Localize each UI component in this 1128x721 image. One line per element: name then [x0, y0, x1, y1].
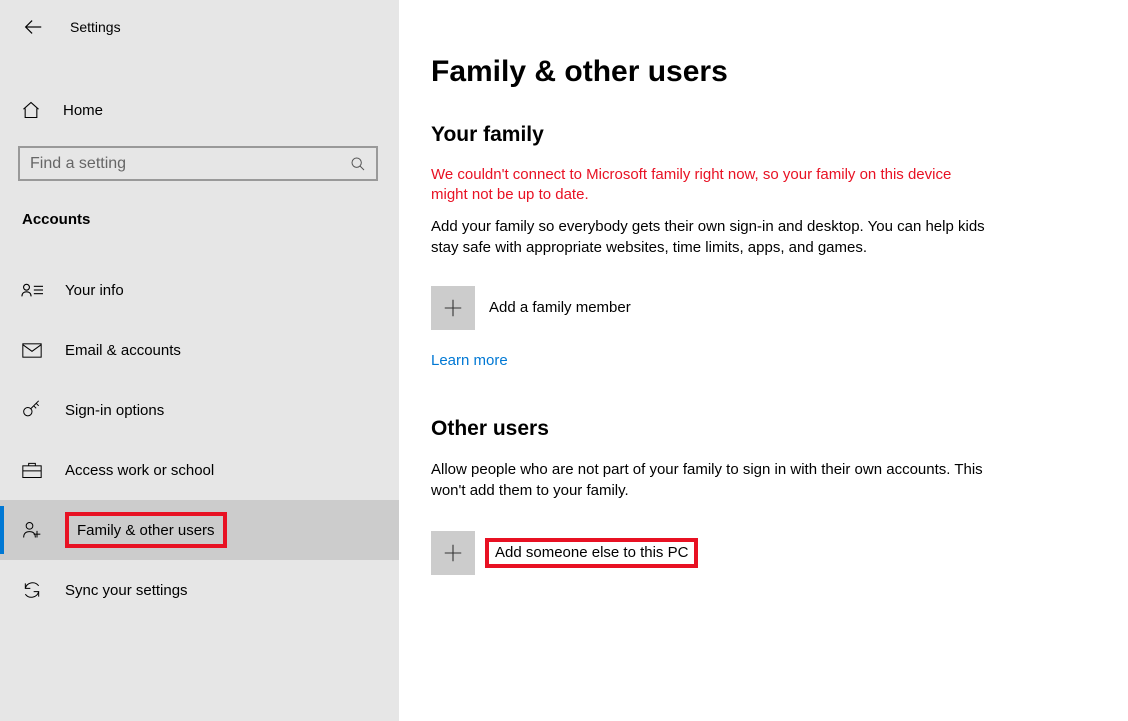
sync-icon	[21, 579, 43, 601]
family-error-text: We couldn't connect to Microsoft family …	[431, 165, 981, 206]
sidebar-item-label: Email & accounts	[65, 342, 181, 359]
home-icon	[21, 100, 41, 120]
learn-more-link[interactable]: Learn more	[431, 352, 508, 369]
sidebar-section-header: Accounts	[0, 211, 399, 228]
search-container	[0, 146, 399, 181]
key-icon	[21, 399, 43, 421]
page-title: Family & other users	[431, 55, 1088, 89]
sidebar-item-sign-in-options[interactable]: Sign-in options	[0, 380, 399, 440]
nav-home[interactable]: Home	[0, 90, 399, 130]
main-content: Family & other users Your family We coul…	[399, 0, 1128, 721]
person-add-icon	[21, 519, 43, 541]
sidebar-item-email-accounts[interactable]: Email & accounts	[0, 320, 399, 380]
sidebar-header: Settings	[0, 0, 399, 54]
family-description: Add your family so everybody gets their …	[431, 216, 991, 258]
plus-icon	[431, 286, 475, 330]
search-input[interactable]	[30, 155, 350, 173]
arrow-left-icon	[22, 16, 44, 38]
your-family-section: Your family We couldn't connect to Micro…	[431, 123, 1088, 417]
add-family-member-button[interactable]: Add a family member	[431, 286, 1088, 330]
mail-icon	[21, 339, 43, 361]
highlight-box-add-other: Add someone else to this PC	[485, 538, 698, 568]
nav-home-label: Home	[63, 102, 103, 119]
nav-list: Your info Email & accounts Sign-in o	[0, 260, 399, 620]
highlight-box-sidebar: Family & other users	[65, 512, 227, 548]
sidebar-item-sync-settings[interactable]: Sync your settings	[0, 560, 399, 620]
sidebar-item-label: Sign-in options	[65, 402, 164, 419]
sidebar-item-access-work-school[interactable]: Access work or school	[0, 440, 399, 500]
sidebar-item-family-other-users[interactable]: Family & other users	[0, 500, 399, 560]
sidebar-item-label: Family & other users	[77, 522, 215, 539]
sidebar-item-label: Your info	[65, 282, 124, 299]
person-card-icon	[21, 279, 43, 301]
add-family-member-label: Add a family member	[489, 299, 631, 316]
briefcase-icon	[21, 459, 43, 481]
back-button[interactable]	[18, 12, 48, 42]
sidebar-item-label: Access work or school	[65, 462, 214, 479]
app-title: Settings	[70, 19, 121, 35]
search-box[interactable]	[18, 146, 378, 181]
plus-icon	[431, 531, 475, 575]
sidebar-item-your-info[interactable]: Your info	[0, 260, 399, 320]
other-users-heading: Other users	[431, 417, 1088, 441]
other-users-description: Allow people who are not part of your fa…	[431, 459, 991, 501]
search-icon	[350, 156, 366, 172]
sidebar-item-label: Sync your settings	[65, 582, 188, 599]
sidebar: Settings Home Accounts	[0, 0, 399, 721]
add-other-user-label: Add someone else to this PC	[495, 544, 688, 561]
your-family-heading: Your family	[431, 123, 1088, 147]
add-other-user-button[interactable]: Add someone else to this PC	[431, 531, 1088, 575]
other-users-section: Other users Allow people who are not par…	[431, 417, 1088, 575]
